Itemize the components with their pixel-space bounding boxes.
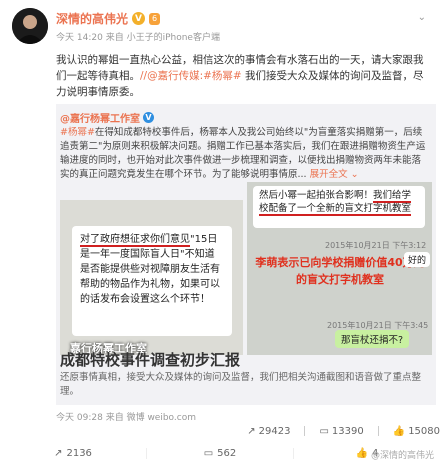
message-card: 对了政府想征求你们意见"15日是一年一度国际盲人日"不知道是否能提供些对视障朋友…: [72, 226, 232, 336]
divider: [304, 426, 306, 436]
forward-button[interactable]: ↗ 2136: [0, 448, 147, 459]
right-image[interactable]: 然后小幂一起拍张合影啊！我们给学校配备了一个全新的盲文打字机教室 2015年10…: [247, 182, 432, 372]
thumb-up-icon: 👍: [355, 448, 369, 459]
card-highlight: 对了政府想征求你们意见: [80, 234, 190, 247]
comment-icon: ▭: [203, 448, 214, 459]
author-row: 深情的高伟光 V 6: [56, 10, 161, 27]
comment-button[interactable]: ▭ 562: [147, 448, 294, 459]
chevron-down-icon[interactable]: ⌄: [351, 169, 359, 180]
source-prefix: 来自: [105, 33, 124, 43]
chat-bubble-top: 然后小幂一起拍张合影啊！我们给学校配备了一个全新的盲文打字机教室: [253, 186, 425, 228]
post-content: 我认识的幂姐一直热心公益，相信这次的事情会有水落石出的一天，请大家跟我们一起等待…: [56, 52, 428, 100]
weibo-post: 深情的高伟光 V 6 今天 14:20 来自 小王子的iPhone客户端 ⌄ 我…: [0, 0, 440, 467]
divider: [377, 426, 379, 436]
repost-comment-button[interactable]: ▭ 13390: [319, 426, 363, 437]
forward-count: 2136: [66, 448, 92, 459]
mention-link[interactable]: //@嘉行传媒: [140, 70, 200, 82]
chat-bubble: 好的: [403, 252, 430, 267]
repost-body: 在得知成都特校事件后，杨幂本人及我公司始终以"为盲童落实捐赠第一，后续追责第二"…: [60, 127, 426, 180]
article-summary: 还原事情真相，接受大众及媒体的询问及监督，我们把相关沟通截图和语音做了重点整理。: [60, 372, 422, 397]
comment-icon: ▭: [319, 425, 329, 437]
post-time[interactable]: 今天 14:20: [56, 33, 103, 43]
article-title[interactable]: 成都特校事件调查初步汇报: [60, 349, 240, 370]
post-header: 深情的高伟光 V 6 今天 14:20 来自 小王子的iPhone客户端 ⌄: [0, 0, 440, 52]
forward-icon: ↗: [54, 448, 63, 459]
avatar[interactable]: [12, 8, 48, 44]
repost-like-count: 15080: [408, 425, 440, 437]
repost-forward-count: 29423: [258, 425, 291, 437]
repost-header: @嘉行杨幂工作室 V: [60, 110, 154, 125]
chat-bubble: 那盲杖还捐不?: [335, 330, 410, 348]
repost-comment-count: 13390: [331, 425, 364, 437]
repost-hashtag[interactable]: #杨幂#: [60, 127, 95, 138]
overlay-caption: 李萌表示已向学校捐赠价值40万元的盲文打字机教室: [255, 256, 425, 286]
left-image[interactable]: 对了政府想征求你们意见"15日是一年一度国际盲人日"不知道是否能提供些对视障朋友…: [60, 200, 243, 372]
level-badge: 6: [149, 12, 161, 25]
author-name[interactable]: 深情的高伟光: [56, 10, 128, 27]
article-card[interactable]: 成都特校事件调查初步汇报 还原事情真相，接受大众及媒体的询问及监督，我们把相关沟…: [56, 351, 436, 405]
post-meta: 今天 14:20 来自 小王子的iPhone客户端: [56, 30, 220, 43]
expand-link[interactable]: 展开全文: [310, 169, 348, 180]
forward-icon: ↗: [247, 425, 256, 437]
repost-forward-button[interactable]: ↗ 29423: [247, 426, 290, 437]
hashtag-link[interactable]: :#杨幂#: [200, 70, 242, 82]
repost-like-button[interactable]: 👍 15080: [393, 426, 440, 437]
repost-author[interactable]: @嘉行杨幂工作室: [60, 110, 140, 125]
chevron-down-icon[interactable]: ⌄: [418, 12, 426, 23]
thumb-up-icon: 👍: [392, 425, 406, 437]
chat-date: 2015年10月21日 下午3:12: [325, 241, 427, 250]
watermark: @深情的高伟光: [370, 451, 434, 461]
verified-icon: V: [132, 12, 146, 25]
post-source[interactable]: 小王子的iPhone客户端: [127, 33, 220, 43]
repost-text: #杨幂#在得知成都特校事件后，杨幂本人及我公司始终以"为盲童落实捐赠第一，后续追…: [60, 127, 426, 180]
repost-actions: ↗ 29423 ▭ 13390 👍 15080: [56, 422, 440, 440]
chat-top-text: 然后小幂一起拍张合影啊！: [259, 190, 374, 201]
verified-icon: V: [143, 112, 154, 123]
comment-count: 562: [217, 448, 237, 459]
